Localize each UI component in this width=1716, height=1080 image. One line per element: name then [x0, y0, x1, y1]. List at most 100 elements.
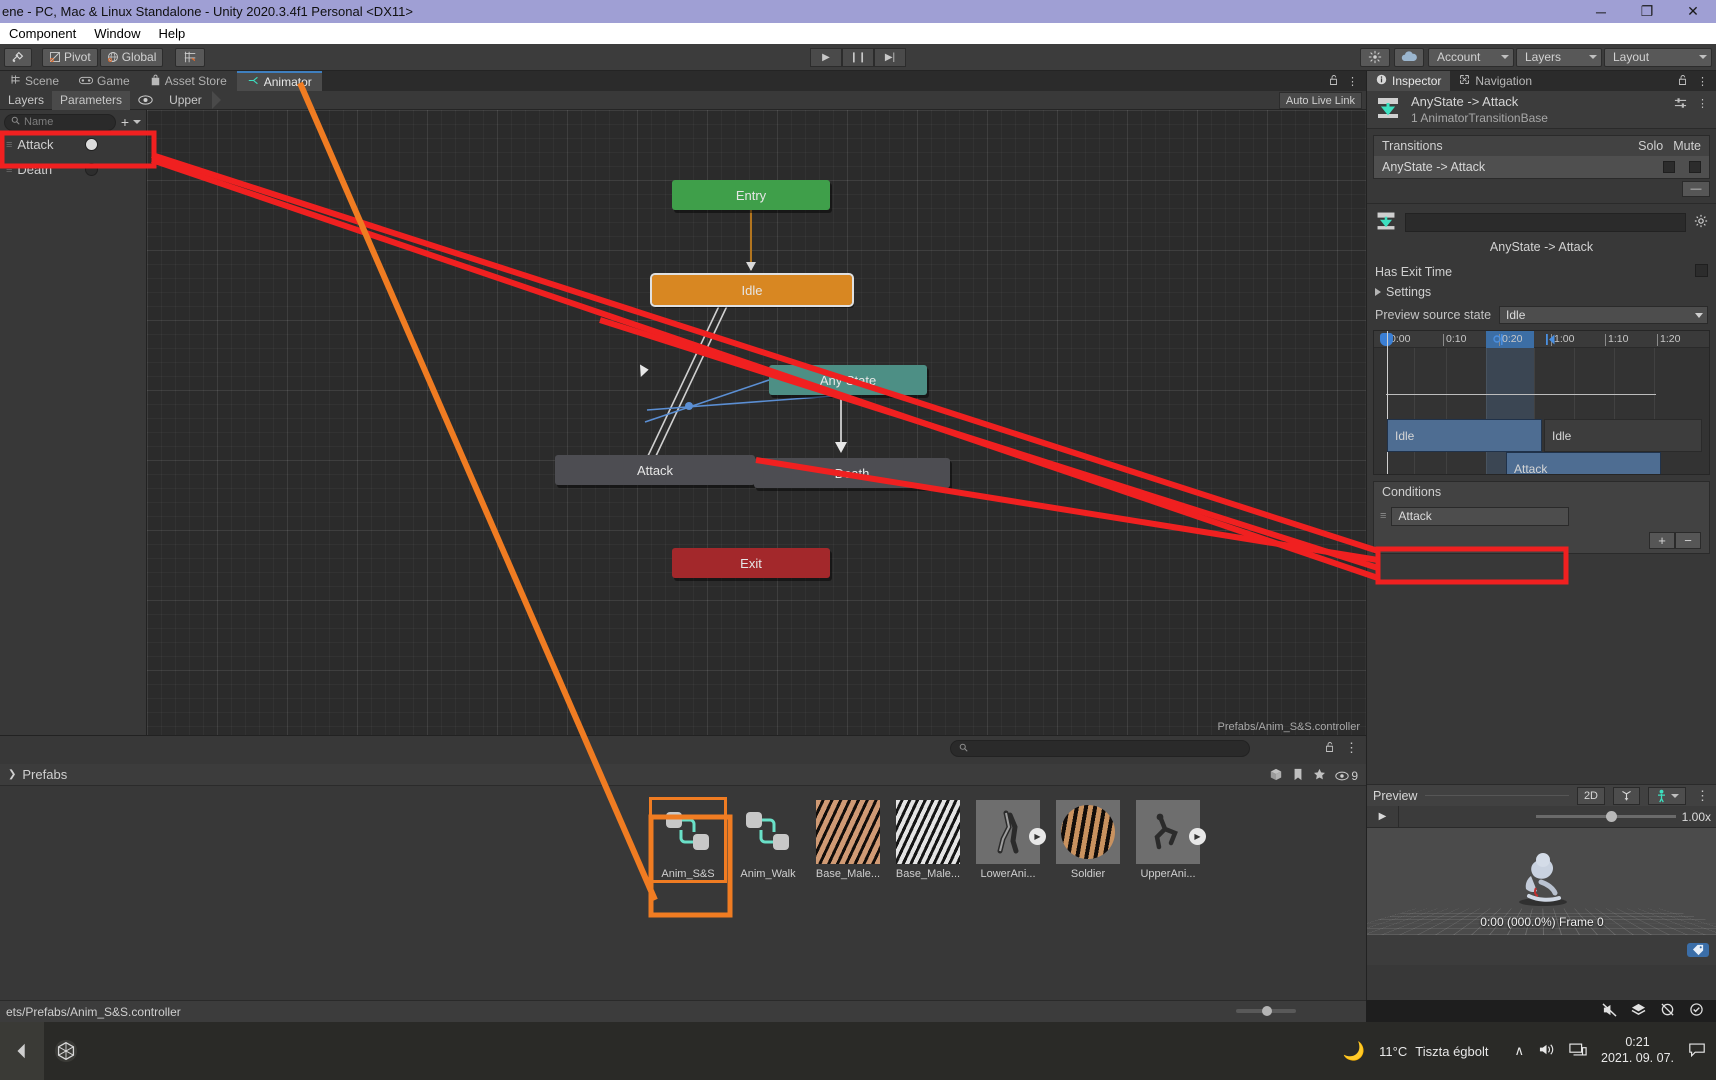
kebab-menu-icon[interactable]: ⋮ — [1347, 75, 1358, 88]
pivot-toggle[interactable]: Pivot — [42, 47, 98, 67]
menu-item-window[interactable]: Window — [85, 26, 149, 41]
maximize-button[interactable]: ❐ — [1624, 0, 1670, 23]
animator-tab-parameters[interactable]: Parameters — [52, 90, 131, 110]
timeline-clip-idle-dest[interactable]: Idle — [1544, 419, 1702, 452]
lock-icon[interactable] — [1328, 74, 1339, 89]
animator-state-graph[interactable]: Entry Idle Any State Attack Death Exit P… — [147, 110, 1366, 735]
network-icon[interactable] — [1569, 1042, 1587, 1060]
parameter-trigger-attack[interactable] — [85, 138, 98, 151]
graph-node-any-state[interactable]: Any State — [769, 365, 927, 395]
mute-icon[interactable] — [1602, 1002, 1617, 1020]
asset-lower-animation[interactable]: ▶ LowerAni... — [972, 800, 1046, 880]
eye-count-icon[interactable]: 9 — [1335, 769, 1358, 783]
drag-handle-icon[interactable]: ≡ — [6, 139, 13, 151]
packages-icon[interactable] — [1269, 768, 1283, 784]
no-collab-icon[interactable] — [1660, 1002, 1675, 1020]
condition-parameter-dropdown[interactable]: Attack — [1391, 506, 1570, 526]
transition-end-marker-icon[interactable] — [1546, 334, 1555, 345]
breadcrumb[interactable]: Upper — [161, 91, 221, 109]
tab-navigation[interactable]: Navigation — [1450, 71, 1541, 91]
notification-icon[interactable] — [1688, 1042, 1706, 1060]
project-breadcrumb[interactable]: ❯ Prefabs — [0, 764, 1366, 786]
account-dropdown[interactable]: Account — [1428, 47, 1514, 67]
step-button[interactable]: ▶| — [874, 47, 906, 67]
start-icon[interactable] — [0, 1022, 44, 1080]
settings-foldout[interactable]: Settings — [1367, 282, 1716, 302]
animator-tab-layers[interactable]: Layers — [0, 91, 52, 110]
tab-asset-store[interactable]: Asset Store — [139, 71, 237, 91]
clock[interactable]: 0:21 2021. 09. 07. — [1601, 1035, 1674, 1066]
close-button[interactable]: ✕ — [1670, 0, 1716, 23]
timeline-ruler[interactable]: 0:00 0:10 0:20 1:00 1:10 1:20 — [1374, 331, 1709, 348]
project-search-input[interactable] — [950, 740, 1250, 757]
graph-node-exit[interactable]: Exit — [672, 548, 830, 578]
parameter-search-input[interactable]: Name — [4, 113, 116, 131]
settings-preset-icon[interactable] — [1674, 97, 1687, 112]
play-button[interactable]: ▶ — [810, 47, 842, 67]
minimize-button[interactable]: ─ — [1578, 0, 1624, 23]
auto-live-link-button[interactable]: Auto Live Link — [1278, 92, 1362, 109]
exit-time-marker-icon[interactable] — [1493, 334, 1503, 345]
remove-condition-button[interactable]: − — [1675, 532, 1701, 549]
remove-transition-button[interactable]: — — [1682, 181, 1710, 197]
preview-speed-slider[interactable] — [1535, 811, 1676, 822]
drag-handle-icon[interactable]: ≡ — [6, 164, 13, 176]
transition-timeline[interactable]: 0:00 0:10 0:20 1:00 1:10 1:20 Idle Idle … — [1373, 330, 1710, 475]
transition-row[interactable]: AnyState -> Attack — [1374, 156, 1709, 178]
graph-node-idle[interactable]: Idle — [650, 273, 854, 307]
timeline-clip-attack[interactable]: Attack — [1506, 452, 1661, 474]
parameter-row-attack[interactable]: ≡ Attack — [0, 132, 146, 157]
transition-solo-checkbox[interactable] — [1663, 161, 1675, 173]
gear-icon[interactable] — [1694, 214, 1708, 231]
asset-base-male-texture[interactable]: Base_Male... — [812, 800, 884, 880]
lock-icon[interactable] — [1677, 74, 1688, 89]
parameter-trigger-death[interactable] — [85, 163, 98, 176]
play-preview-icon[interactable]: ▶ — [1029, 828, 1046, 845]
eye-icon[interactable] — [130, 91, 161, 110]
asset-anim-walk[interactable]: Anim_Walk — [732, 800, 804, 880]
volume-icon[interactable] — [1538, 1042, 1555, 1060]
drag-handle-icon[interactable]: ≡ — [1380, 510, 1387, 522]
layers-icon[interactable] — [1631, 1003, 1646, 1020]
lock-icon[interactable] — [1324, 741, 1335, 756]
avatar-icon[interactable] — [1648, 786, 1686, 805]
tab-scene[interactable]: Scene — [0, 71, 70, 91]
global-toggle[interactable]: Global — [99, 47, 164, 67]
tag-icon[interactable] — [1687, 943, 1709, 957]
tab-inspector[interactable]: Inspector — [1367, 71, 1451, 91]
transition-name-input[interactable] — [1405, 213, 1686, 232]
layers-dropdown[interactable]: Layers — [1516, 47, 1602, 67]
has-exit-time-checkbox[interactable] — [1695, 264, 1708, 277]
graph-node-attack[interactable]: Attack — [555, 455, 755, 485]
moon-icon[interactable]: 🌙 — [1343, 1041, 1365, 1062]
asset-soldier-material[interactable]: Soldier — [1052, 800, 1124, 880]
check-icon[interactable] — [1689, 1002, 1704, 1020]
layout-dropdown[interactable]: Layout — [1604, 47, 1712, 67]
unity-icon[interactable] — [44, 1022, 88, 1080]
asset-anim-ss[interactable]: Anim_S&S — [649, 797, 727, 883]
pause-button[interactable]: ❙❙ — [842, 47, 874, 67]
kebab-menu-icon[interactable]: ⋮ — [1697, 97, 1708, 112]
services-icon[interactable] — [1360, 47, 1390, 67]
preview-viewport[interactable]: 0:00 (000.0%) Frame 0 — [1367, 828, 1716, 935]
add-parameter-button[interactable]: + — [118, 114, 144, 131]
play-preview-icon[interactable]: ▶ — [1189, 828, 1206, 845]
status-zoom-knob[interactable] — [1262, 1006, 1272, 1016]
preview-speed-knob[interactable] — [1605, 811, 1617, 822]
status-zoom-slider[interactable] — [1236, 1006, 1296, 1016]
asset-upper-animation[interactable]: ▶ UpperAni... — [1132, 800, 1206, 880]
kebab-menu-icon[interactable]: ⋮ — [1694, 788, 1711, 804]
timeline-clip-idle-source[interactable]: Idle — [1387, 419, 1542, 452]
cloud-icon[interactable] — [1394, 47, 1424, 67]
tab-game[interactable]: Game — [69, 71, 140, 91]
star-icon[interactable] — [1313, 768, 1326, 784]
menu-item-help[interactable]: Help — [149, 26, 194, 41]
kebab-menu-icon[interactable]: ⋮ — [1345, 740, 1358, 756]
tools-icon[interactable] — [4, 47, 32, 67]
kebab-menu-icon[interactable]: ⋮ — [1697, 75, 1708, 88]
add-condition-button[interactable]: + — [1649, 532, 1675, 549]
graph-node-death[interactable]: Death — [754, 458, 950, 488]
preview-play-button[interactable]: ▶ — [1367, 805, 1399, 828]
transition-mute-checkbox[interactable] — [1689, 161, 1701, 173]
preview-source-state-dropdown[interactable]: Idle — [1499, 306, 1708, 324]
